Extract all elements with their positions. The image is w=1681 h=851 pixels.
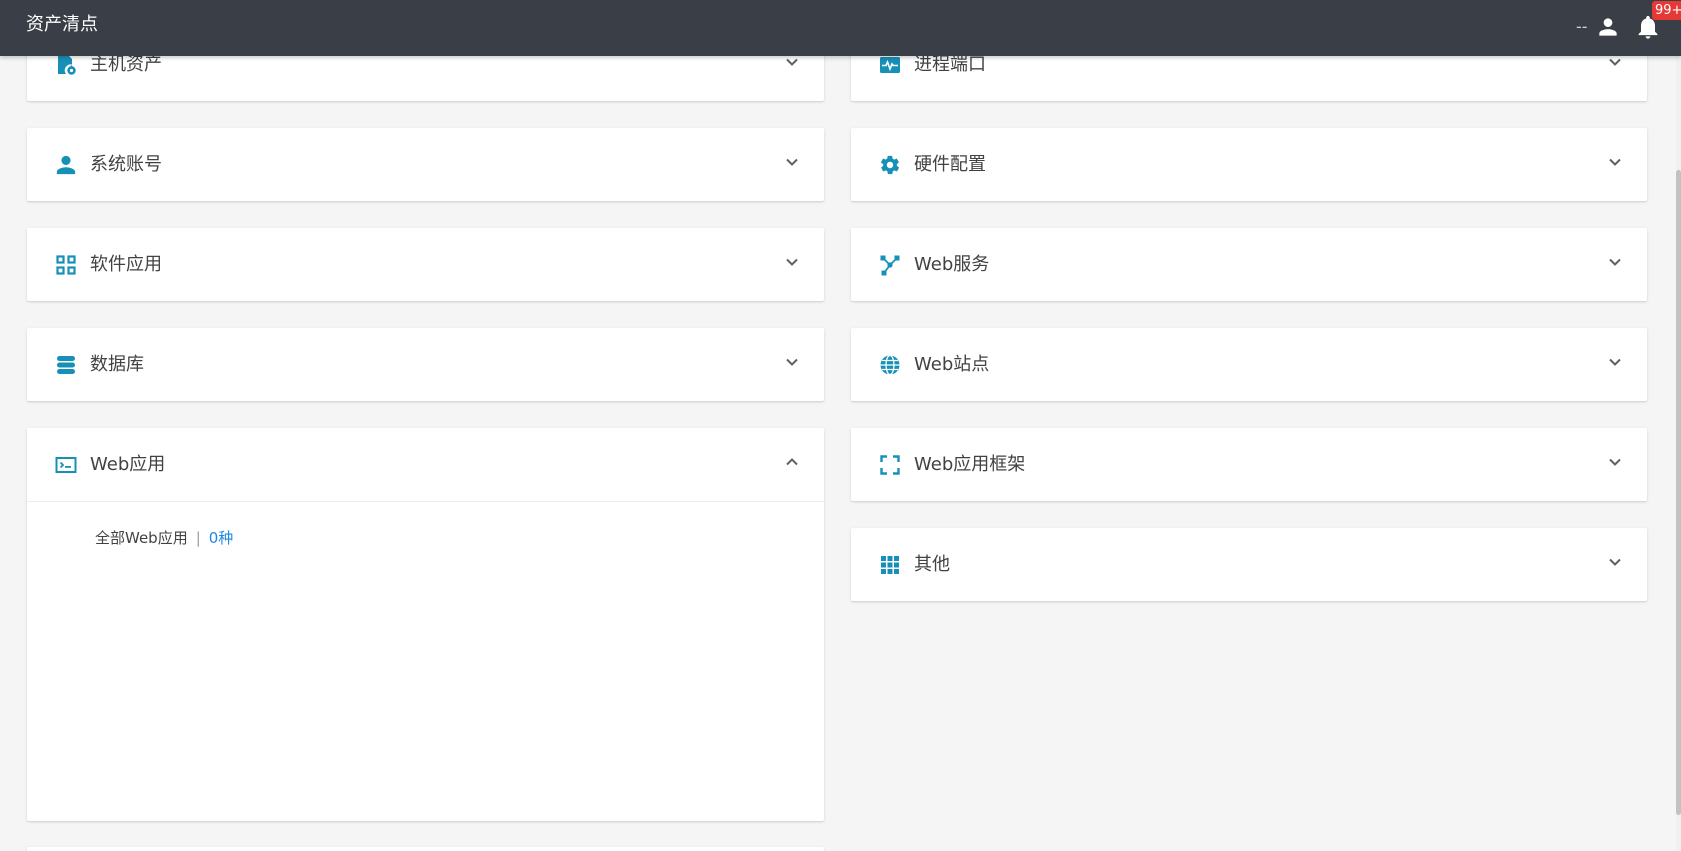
chevron-up-icon[interactable]	[782, 452, 802, 472]
panel-hardware-config: 硬件配置	[851, 128, 1647, 201]
chevron-down-icon[interactable]	[1605, 352, 1625, 372]
panel-software-apps: 软件应用	[27, 228, 824, 301]
scrollbar-thumb[interactable]	[1676, 170, 1681, 815]
panel-header[interactable]: Web服务	[851, 228, 1647, 301]
panel-title: 硬件配置	[914, 154, 986, 175]
panel-header[interactable]: 软件应用	[27, 228, 824, 301]
panel-system-accounts: 系统账号	[27, 128, 824, 201]
panel-title: Web应用框架	[914, 454, 1026, 475]
web-app-icon	[55, 454, 77, 476]
panel-web-services: Web服务	[851, 228, 1647, 301]
panel-other: 其他	[851, 528, 1647, 601]
panel-title: 进程端口	[914, 54, 986, 75]
panel-database: 数据库	[27, 328, 824, 401]
notification-badge[interactable]: 99+	[1652, 1, 1681, 20]
panel-title: 数据库	[90, 354, 144, 375]
top-bar: 资产清点 -- 99+	[0, 0, 1681, 56]
summary-count-link[interactable]: 0种	[209, 529, 234, 547]
chevron-down-icon[interactable]	[782, 352, 802, 372]
panel-web-apps: Web应用 全部Web应用 | 0种	[27, 428, 824, 821]
chevron-down-icon[interactable]	[1605, 452, 1625, 472]
pulse-monitor-icon	[879, 54, 901, 76]
panel-title: 主机资产	[90, 54, 162, 75]
summary-label: 全部Web应用	[95, 529, 188, 547]
panel-title: Web站点	[914, 354, 990, 375]
chevron-down-icon[interactable]	[782, 152, 802, 172]
panel-title: 系统账号	[90, 154, 162, 175]
panel-header[interactable]: 硬件配置	[851, 128, 1647, 201]
chevron-down-icon[interactable]	[1605, 552, 1625, 572]
dots-grid-icon	[879, 554, 901, 576]
chevron-down-icon[interactable]	[1605, 152, 1625, 172]
panel-title: 其他	[914, 554, 950, 575]
web-app-summary: 全部Web应用 | 0种	[95, 528, 233, 548]
panel-body: 全部Web应用 | 0种	[27, 501, 824, 821]
panel-web-frameworks: Web应用框架	[851, 428, 1647, 501]
summary-separator: |	[195, 529, 201, 547]
panel-header[interactable]: Web应用框架	[851, 428, 1647, 501]
panel-header[interactable]: Web应用	[27, 428, 824, 501]
host-asset-icon	[55, 54, 77, 76]
database-icon	[55, 354, 77, 376]
panel-web-sites: Web站点	[851, 328, 1647, 401]
chevron-down-icon[interactable]	[1605, 252, 1625, 272]
panel-title: Web服务	[914, 254, 990, 275]
gear-icon	[879, 154, 901, 176]
panel-header[interactable]: 系统账号	[27, 128, 824, 201]
panel-title: 软件应用	[90, 254, 162, 275]
frame-corners-icon	[879, 454, 901, 476]
panel-next-partial	[27, 847, 824, 851]
panel-header[interactable]: 数据库	[27, 328, 824, 401]
panel-header[interactable]: 其他	[851, 528, 1647, 601]
panel-header[interactable]: Web站点	[851, 328, 1647, 401]
chevron-down-icon[interactable]	[782, 252, 802, 272]
user-icon[interactable]	[1595, 14, 1621, 40]
panel-title: Web应用	[90, 454, 166, 475]
user-name[interactable]: --	[1576, 17, 1588, 37]
page-title: 资产清点	[26, 14, 98, 35]
person-icon	[55, 154, 77, 176]
globe-icon	[879, 354, 901, 376]
network-nodes-icon	[879, 254, 901, 276]
apps-grid-icon	[55, 254, 77, 276]
